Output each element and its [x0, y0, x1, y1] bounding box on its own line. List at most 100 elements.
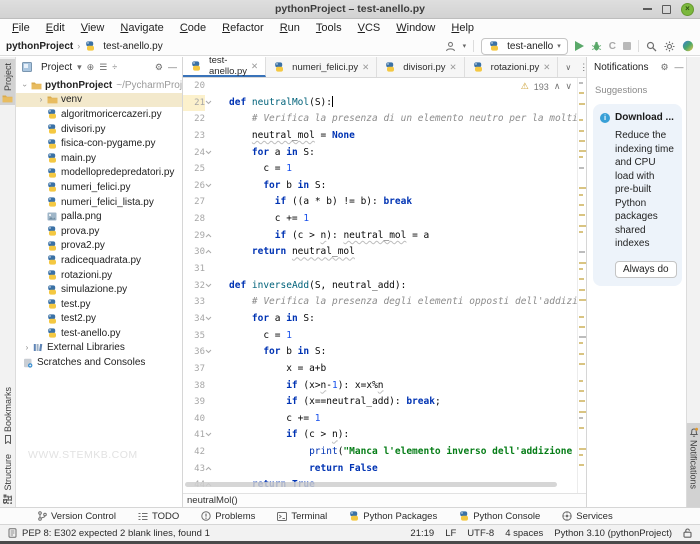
menu-run[interactable]: Run — [272, 22, 308, 34]
tree-item[interactable]: palla.png — [16, 209, 182, 224]
tree-item[interactable]: numeri_felici.py — [16, 180, 182, 195]
locate-file-icon[interactable]: ⊕ — [87, 62, 95, 73]
code-area[interactable]: 20 21 def neutralMol(S): 22 # Verifica la p… — [183, 78, 577, 494]
code-line-24[interactable]: 24 for a in S: — [183, 145, 577, 162]
stripe-tab-notifications[interactable]: Notifications — [687, 423, 700, 507]
minimize-button[interactable] — [643, 8, 652, 10]
close-tab-icon[interactable]: ✕ — [251, 61, 258, 72]
editor-tab-rotazioni-py[interactable]: rotazioni.py ✕ — [465, 57, 559, 77]
toolwindow-version-control[interactable]: Version Control — [28, 511, 126, 522]
tree-item[interactable]: main.py — [16, 151, 182, 166]
menu-help[interactable]: Help — [443, 22, 482, 34]
fold-marker-icon[interactable] — [205, 349, 229, 354]
prev-warning-icon[interactable]: ∧ — [554, 81, 561, 92]
chevron-down-icon[interactable]: ▾ — [77, 62, 82, 73]
menu-tools[interactable]: Tools — [308, 22, 350, 34]
menu-view[interactable]: View — [73, 22, 113, 34]
code-line-43[interactable]: 43 return False — [183, 461, 577, 478]
editor-tab-divisori-py[interactable]: divisori.py ✕ — [377, 57, 465, 77]
run-configuration-select[interactable]: test-anello ▾ — [481, 37, 568, 55]
toolwindow-terminal[interactable]: Terminal — [267, 511, 337, 522]
toolwindow-problems[interactable]: Problems — [191, 511, 265, 522]
tree-item[interactable]: numeri_felici_lista.py — [16, 195, 182, 210]
editor-tab-numeri_felici-py[interactable]: numeri_felici.py ✕ — [266, 57, 378, 77]
code-line-26[interactable]: 26 for b in S: — [183, 178, 577, 195]
panel-settings-gear-icon[interactable]: ⚙ — [155, 62, 163, 73]
close-tab-icon[interactable]: ✕ — [450, 62, 457, 73]
stripe-tab-bookmarks[interactable]: Bookmarks — [0, 383, 15, 445]
lock-icon[interactable] — [683, 528, 692, 538]
tree-item[interactable]: test-anello.py — [16, 326, 182, 341]
code-line-33[interactable]: 33 # Verifica la presenza degli elementi… — [183, 294, 577, 311]
tree-item[interactable]: rotazioni.py — [16, 268, 182, 283]
fold-marker-icon[interactable] — [205, 466, 229, 471]
fold-marker-icon[interactable] — [205, 249, 229, 254]
code-line-21[interactable]: 21 def neutralMol(S): — [183, 94, 577, 112]
tree-item[interactable]: test2.py — [16, 312, 182, 327]
tree-item[interactable]: modellopredepredatori.py — [16, 166, 182, 181]
menu-vcs[interactable]: VCS — [350, 22, 389, 34]
expand-arrow-icon[interactable]: › — [36, 95, 46, 104]
tree-item[interactable]: test.py — [16, 297, 182, 312]
tree-item[interactable]: prova.py — [16, 224, 182, 239]
code-line-39[interactable]: 39 if (x==neutral_add): break; — [183, 394, 577, 411]
settings-gear-icon[interactable] — [664, 41, 675, 52]
code-line-31[interactable]: 31 — [183, 261, 577, 278]
menu-file[interactable]: File — [4, 22, 38, 34]
code-line-23[interactable]: 23 neutral_mol = None — [183, 128, 577, 145]
code-line-36[interactable]: 36 for b in S: — [183, 344, 577, 361]
stripe-tab-project[interactable]: Project — [0, 59, 15, 105]
tool-window-switcher-icon[interactable] — [3, 495, 12, 504]
menu-code[interactable]: Code — [172, 22, 214, 34]
code-line-29[interactable]: 29 if (c > n): neutral_mol = a — [183, 228, 577, 245]
inspections-widget[interactable]: ⚠ 193 ∧ ∨ — [521, 81, 572, 92]
menu-window[interactable]: Window — [388, 22, 443, 34]
tree-item[interactable]: prova2.py — [16, 239, 182, 254]
breadcrumb-function[interactable]: neutralMol() — [187, 495, 238, 506]
editor-breadcrumb[interactable]: neutralMol() — [183, 493, 586, 507]
tree-item[interactable]: › External Libraries — [16, 341, 182, 356]
code-line-27[interactable]: 27 if ((a * b) != b): break — [183, 194, 577, 211]
notifications-gear-icon[interactable]: ⚙ — [660, 62, 668, 73]
close-tab-icon[interactable]: ✕ — [543, 62, 550, 73]
fold-marker-icon[interactable] — [205, 183, 229, 188]
code-with-me-sphere-icon[interactable] — [682, 40, 694, 52]
fold-marker-icon[interactable] — [205, 233, 229, 238]
project-panel-title[interactable]: Project — [41, 62, 72, 73]
tree-item[interactable]: algoritmoricercazeri.py — [16, 107, 182, 122]
coverage-button[interactable]: C — [609, 41, 616, 52]
fold-marker-icon[interactable] — [205, 316, 229, 321]
code-line-42[interactable]: 42 print("Manca l'elemento inverso dell'… — [183, 444, 577, 461]
code-line-35[interactable]: 35 c = 1 — [183, 328, 577, 345]
tree-root[interactable]: › pythonProject ~/PycharmProje — [16, 78, 183, 93]
fold-marker-icon[interactable] — [205, 150, 229, 155]
title-bar[interactable]: pythonProject – test-anello.py × — [0, 0, 700, 19]
fold-marker-icon[interactable] — [205, 100, 229, 105]
close-button[interactable]: × — [681, 2, 694, 16]
code-line-38[interactable]: 38 if (x>n-1): x=x%n — [183, 378, 577, 395]
file-encoding[interactable]: UTF-8 — [467, 528, 494, 539]
code-line-20[interactable]: 20 — [183, 78, 577, 95]
close-tab-icon[interactable]: ✕ — [362, 62, 369, 73]
code-line-30[interactable]: 30 return neutral_mol — [183, 244, 577, 261]
user-account-icon[interactable] — [445, 41, 456, 52]
expand-arrow-icon[interactable]: › — [22, 343, 32, 352]
caret-position[interactable]: 21:19 — [410, 528, 434, 539]
tree-item[interactable]: divisori.py — [16, 122, 182, 137]
toolwindow-python-packages[interactable]: Python Packages — [339, 511, 447, 522]
notification-action-button[interactable]: Always do — [615, 260, 677, 278]
restore-button[interactable] — [662, 4, 671, 14]
code-line-32[interactable]: 32 def inverseAdd(S, neutral_add): — [183, 278, 577, 295]
horizontal-scrollbar[interactable] — [185, 482, 557, 487]
code-line-28[interactable]: 28 c += 1 — [183, 211, 577, 228]
expand-icon[interactable]: ÷ — [112, 62, 117, 72]
tree-item[interactable]: radicequadrata.py — [16, 253, 182, 268]
toolwindow-python-console[interactable]: Python Console — [449, 511, 550, 522]
code-line-37[interactable]: 37 x = a+b — [183, 361, 577, 378]
editor-tab-test-anello-py[interactable]: test-anello.py ✕ — [183, 55, 267, 77]
hide-panel-icon[interactable]: — — [675, 62, 684, 72]
code-line-22[interactable]: 22 # Verifica la presenza di un elemento… — [183, 111, 577, 128]
breadcrumb-file[interactable]: test-anello.py — [103, 41, 162, 52]
code-line-41[interactable]: 41 if (c > n): — [183, 427, 577, 444]
expand-arrow-icon[interactable]: › — [21, 80, 30, 90]
